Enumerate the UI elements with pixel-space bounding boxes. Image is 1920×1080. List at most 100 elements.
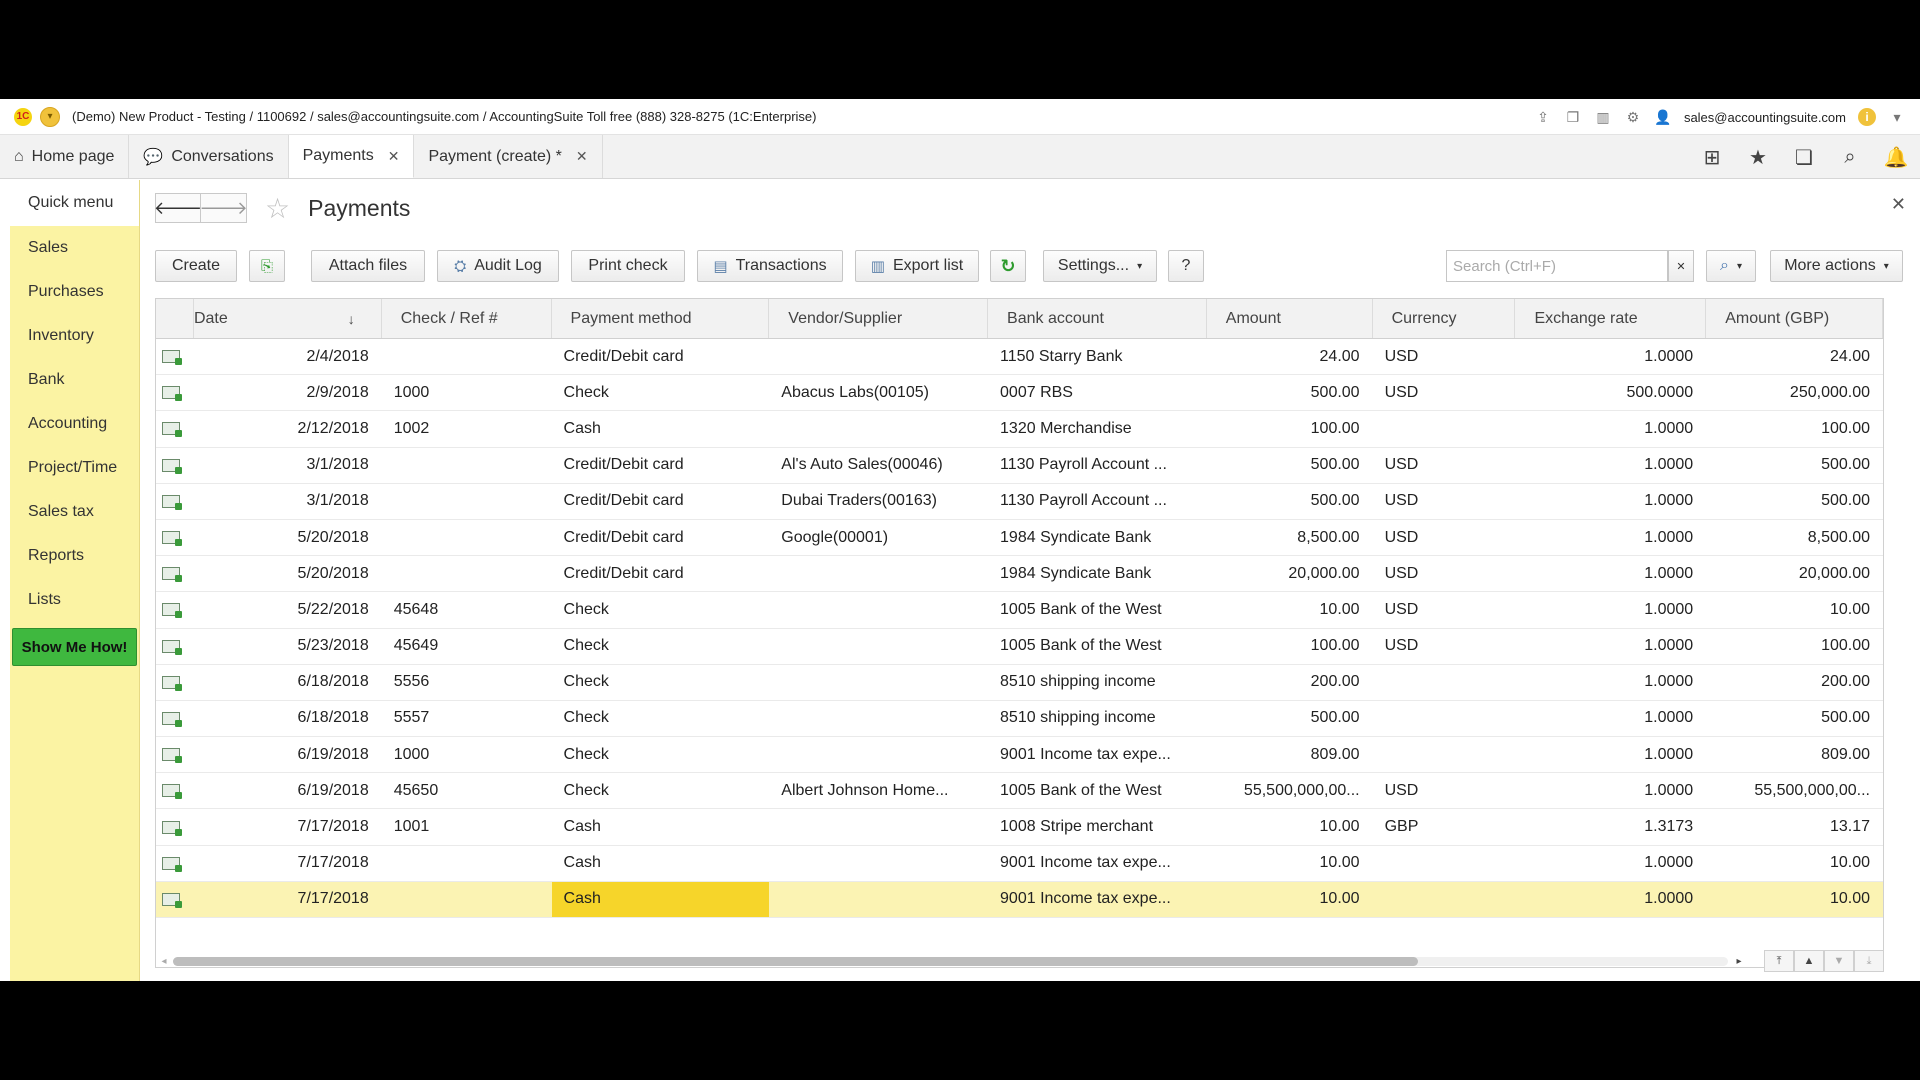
cell-date[interactable]: 7/17/2018 bbox=[194, 846, 382, 881]
cell-payment-method[interactable]: Credit/Debit card bbox=[552, 484, 770, 519]
cell-amount-gbp[interactable]: 500.00 bbox=[1706, 448, 1883, 483]
search-icon[interactable]: ⌕ bbox=[1838, 145, 1862, 169]
cell-bank-account[interactable]: 1130 Payroll Account ... bbox=[988, 448, 1207, 483]
cell-exchange-rate[interactable]: 1.0000 bbox=[1515, 339, 1706, 374]
cell-bank-account[interactable]: 1984 Syndicate Bank bbox=[988, 520, 1207, 555]
cell-currency[interactable]: USD bbox=[1373, 773, 1516, 808]
show-me-how-button[interactable]: Show Me How! bbox=[12, 628, 137, 666]
cell-exchange-rate[interactable]: 1.0000 bbox=[1515, 629, 1706, 664]
table-row[interactable]: 7/17/2018 Cash 9001 Income tax expe... 10.0… bbox=[156, 846, 1883, 882]
table-row[interactable]: 3/1/2018 Credit/Debit card Al's Auto Sales… bbox=[156, 448, 1883, 484]
cell-currency[interactable] bbox=[1373, 701, 1516, 736]
cell-date[interactable]: 6/19/2018 bbox=[194, 773, 382, 808]
cell-bank-account[interactable]: 8510 shipping income bbox=[988, 701, 1207, 736]
cell-amount-gbp[interactable]: 10.00 bbox=[1706, 882, 1883, 917]
table-row[interactable]: 5/20/2018 Credit/Debit card Google(00001) 1… bbox=[156, 520, 1883, 557]
save-copy-button[interactable]: ⎘ bbox=[249, 250, 285, 282]
cell-amount[interactable]: 10.00 bbox=[1207, 882, 1373, 917]
table-row[interactable]: 5/22/2018 45648 Check 1005 Bank of the West… bbox=[156, 592, 1883, 629]
cell-exchange-rate[interactable]: 1.0000 bbox=[1515, 592, 1706, 627]
cell-amount[interactable]: 500.00 bbox=[1207, 375, 1373, 410]
cell-date[interactable]: 7/17/2018 bbox=[194, 882, 382, 917]
cell-vendor[interactable] bbox=[769, 701, 988, 736]
cell-payment-method[interactable]: Credit/Debit card bbox=[552, 339, 770, 374]
column-header-amount-gbp[interactable]: Amount (GBP) bbox=[1706, 299, 1883, 338]
cell-check-ref[interactable] bbox=[382, 846, 552, 881]
column-header-check-ref[interactable]: Check / Ref # bbox=[382, 299, 552, 338]
favorites-star-icon[interactable]: ★ bbox=[1746, 145, 1770, 169]
cell-bank-account[interactable]: 0007 RBS bbox=[988, 375, 1207, 410]
clear-search-button[interactable]: ✕ bbox=[1668, 250, 1694, 282]
cell-bank-account[interactable]: 8510 shipping income bbox=[988, 665, 1207, 700]
scroll-thumb[interactable] bbox=[172, 956, 1418, 966]
scroll-right-icon[interactable]: ▸ bbox=[1728, 956, 1750, 967]
cell-vendor[interactable] bbox=[769, 737, 988, 772]
table-row[interactable]: 2/12/2018 1002 Cash 1320 Merchandise 100.00 1… bbox=[156, 411, 1883, 448]
first-page-icon[interactable]: ⤒ bbox=[1764, 950, 1794, 972]
cell-amount[interactable]: 10.00 bbox=[1207, 592, 1373, 627]
cell-check-ref[interactable]: 5557 bbox=[382, 701, 552, 736]
cell-vendor[interactable] bbox=[769, 882, 988, 917]
cell-vendor[interactable]: Albert Johnson Home... bbox=[769, 773, 988, 808]
cell-payment-method[interactable]: Credit/Debit card bbox=[552, 448, 770, 483]
audit-log-button[interactable]: ⛭ Audit Log bbox=[437, 250, 559, 282]
cell-exchange-rate[interactable]: 1.0000 bbox=[1515, 484, 1706, 519]
cell-payment-method[interactable]: Cash bbox=[552, 846, 770, 881]
column-header-amount[interactable]: Amount bbox=[1207, 299, 1373, 338]
cell-bank-account[interactable]: 1984 Syndicate Bank bbox=[988, 556, 1207, 591]
cell-date[interactable]: 5/20/2018 bbox=[194, 520, 382, 555]
cell-check-ref[interactable] bbox=[382, 448, 552, 483]
upload-icon[interactable]: ⇪ bbox=[1534, 108, 1552, 126]
apps-grid-icon[interactable]: ⊞ bbox=[1700, 145, 1724, 169]
cell-vendor[interactable] bbox=[769, 846, 988, 881]
cell-currency[interactable]: USD bbox=[1373, 448, 1516, 483]
cell-vendor[interactable] bbox=[769, 556, 988, 591]
cell-exchange-rate[interactable]: 1.0000 bbox=[1515, 556, 1706, 591]
close-icon[interactable]: ✕ bbox=[576, 148, 588, 165]
sidebar-item-purchases[interactable]: Purchases bbox=[10, 270, 139, 314]
cell-amount-gbp[interactable]: 8,500.00 bbox=[1706, 520, 1883, 555]
sidebar-item-sales[interactable]: Sales bbox=[10, 226, 139, 270]
cell-exchange-rate[interactable]: 1.0000 bbox=[1515, 737, 1706, 772]
cell-vendor[interactable] bbox=[769, 629, 988, 664]
cell-check-ref[interactable]: 5556 bbox=[382, 665, 552, 700]
cell-bank-account[interactable]: 9001 Income tax expe... bbox=[988, 882, 1207, 917]
user-email[interactable]: sales@accountingsuite.com bbox=[1684, 110, 1846, 125]
cell-date[interactable]: 5/20/2018 bbox=[194, 556, 382, 591]
create-button[interactable]: Create bbox=[155, 250, 237, 282]
cell-amount[interactable]: 8,500.00 bbox=[1207, 520, 1373, 555]
cell-exchange-rate[interactable]: 500.0000 bbox=[1515, 375, 1706, 410]
cell-check-ref[interactable]: 1000 bbox=[382, 737, 552, 772]
cell-vendor[interactable] bbox=[769, 665, 988, 700]
cell-payment-method[interactable]: Cash bbox=[552, 411, 770, 446]
cell-vendor[interactable] bbox=[769, 411, 988, 446]
history-icon[interactable]: ❏ bbox=[1792, 145, 1816, 169]
cell-currency[interactable]: USD bbox=[1373, 520, 1516, 555]
search-options-button[interactable]: ⌕ ▾ bbox=[1706, 250, 1756, 282]
cell-amount-gbp[interactable]: 200.00 bbox=[1706, 665, 1883, 700]
cell-check-ref[interactable]: 45650 bbox=[382, 773, 552, 808]
panels-icon[interactable]: ▥ bbox=[1594, 108, 1612, 126]
table-row[interactable]: 5/23/2018 45649 Check 1005 Bank of the West… bbox=[156, 629, 1883, 665]
cell-check-ref[interactable] bbox=[382, 556, 552, 591]
table-row[interactable]: 6/18/2018 5557 Check 8510 shipping income 50… bbox=[156, 701, 1883, 738]
cell-currency[interactable] bbox=[1373, 846, 1516, 881]
sidebar-item-sales-tax[interactable]: Sales tax bbox=[10, 490, 139, 534]
cell-amount-gbp[interactable]: 809.00 bbox=[1706, 737, 1883, 772]
cell-currency[interactable] bbox=[1373, 737, 1516, 772]
cell-amount[interactable]: 500.00 bbox=[1207, 701, 1373, 736]
cell-amount-gbp[interactable]: 13.17 bbox=[1706, 809, 1883, 844]
cell-currency[interactable]: GBP bbox=[1373, 809, 1516, 844]
cell-amount[interactable]: 809.00 bbox=[1207, 737, 1373, 772]
cell-bank-account[interactable]: 9001 Income tax expe... bbox=[988, 737, 1207, 772]
cell-exchange-rate[interactable]: 1.0000 bbox=[1515, 448, 1706, 483]
cell-exchange-rate[interactable]: 1.0000 bbox=[1515, 665, 1706, 700]
export-list-button[interactable]: ▥ Export list bbox=[855, 250, 979, 282]
table-row[interactable]: 6/19/2018 45650 Check Albert Johnson Home..… bbox=[156, 773, 1883, 810]
cell-exchange-rate[interactable]: 1.0000 bbox=[1515, 773, 1706, 808]
cell-date[interactable]: 2/9/2018 bbox=[194, 375, 382, 410]
cell-date[interactable]: 6/18/2018 bbox=[194, 665, 382, 700]
scroll-left-icon[interactable]: ◂ bbox=[155, 956, 173, 967]
cell-check-ref[interactable]: 45648 bbox=[382, 592, 552, 627]
settings-button[interactable]: Settings... ▾ bbox=[1043, 250, 1157, 282]
